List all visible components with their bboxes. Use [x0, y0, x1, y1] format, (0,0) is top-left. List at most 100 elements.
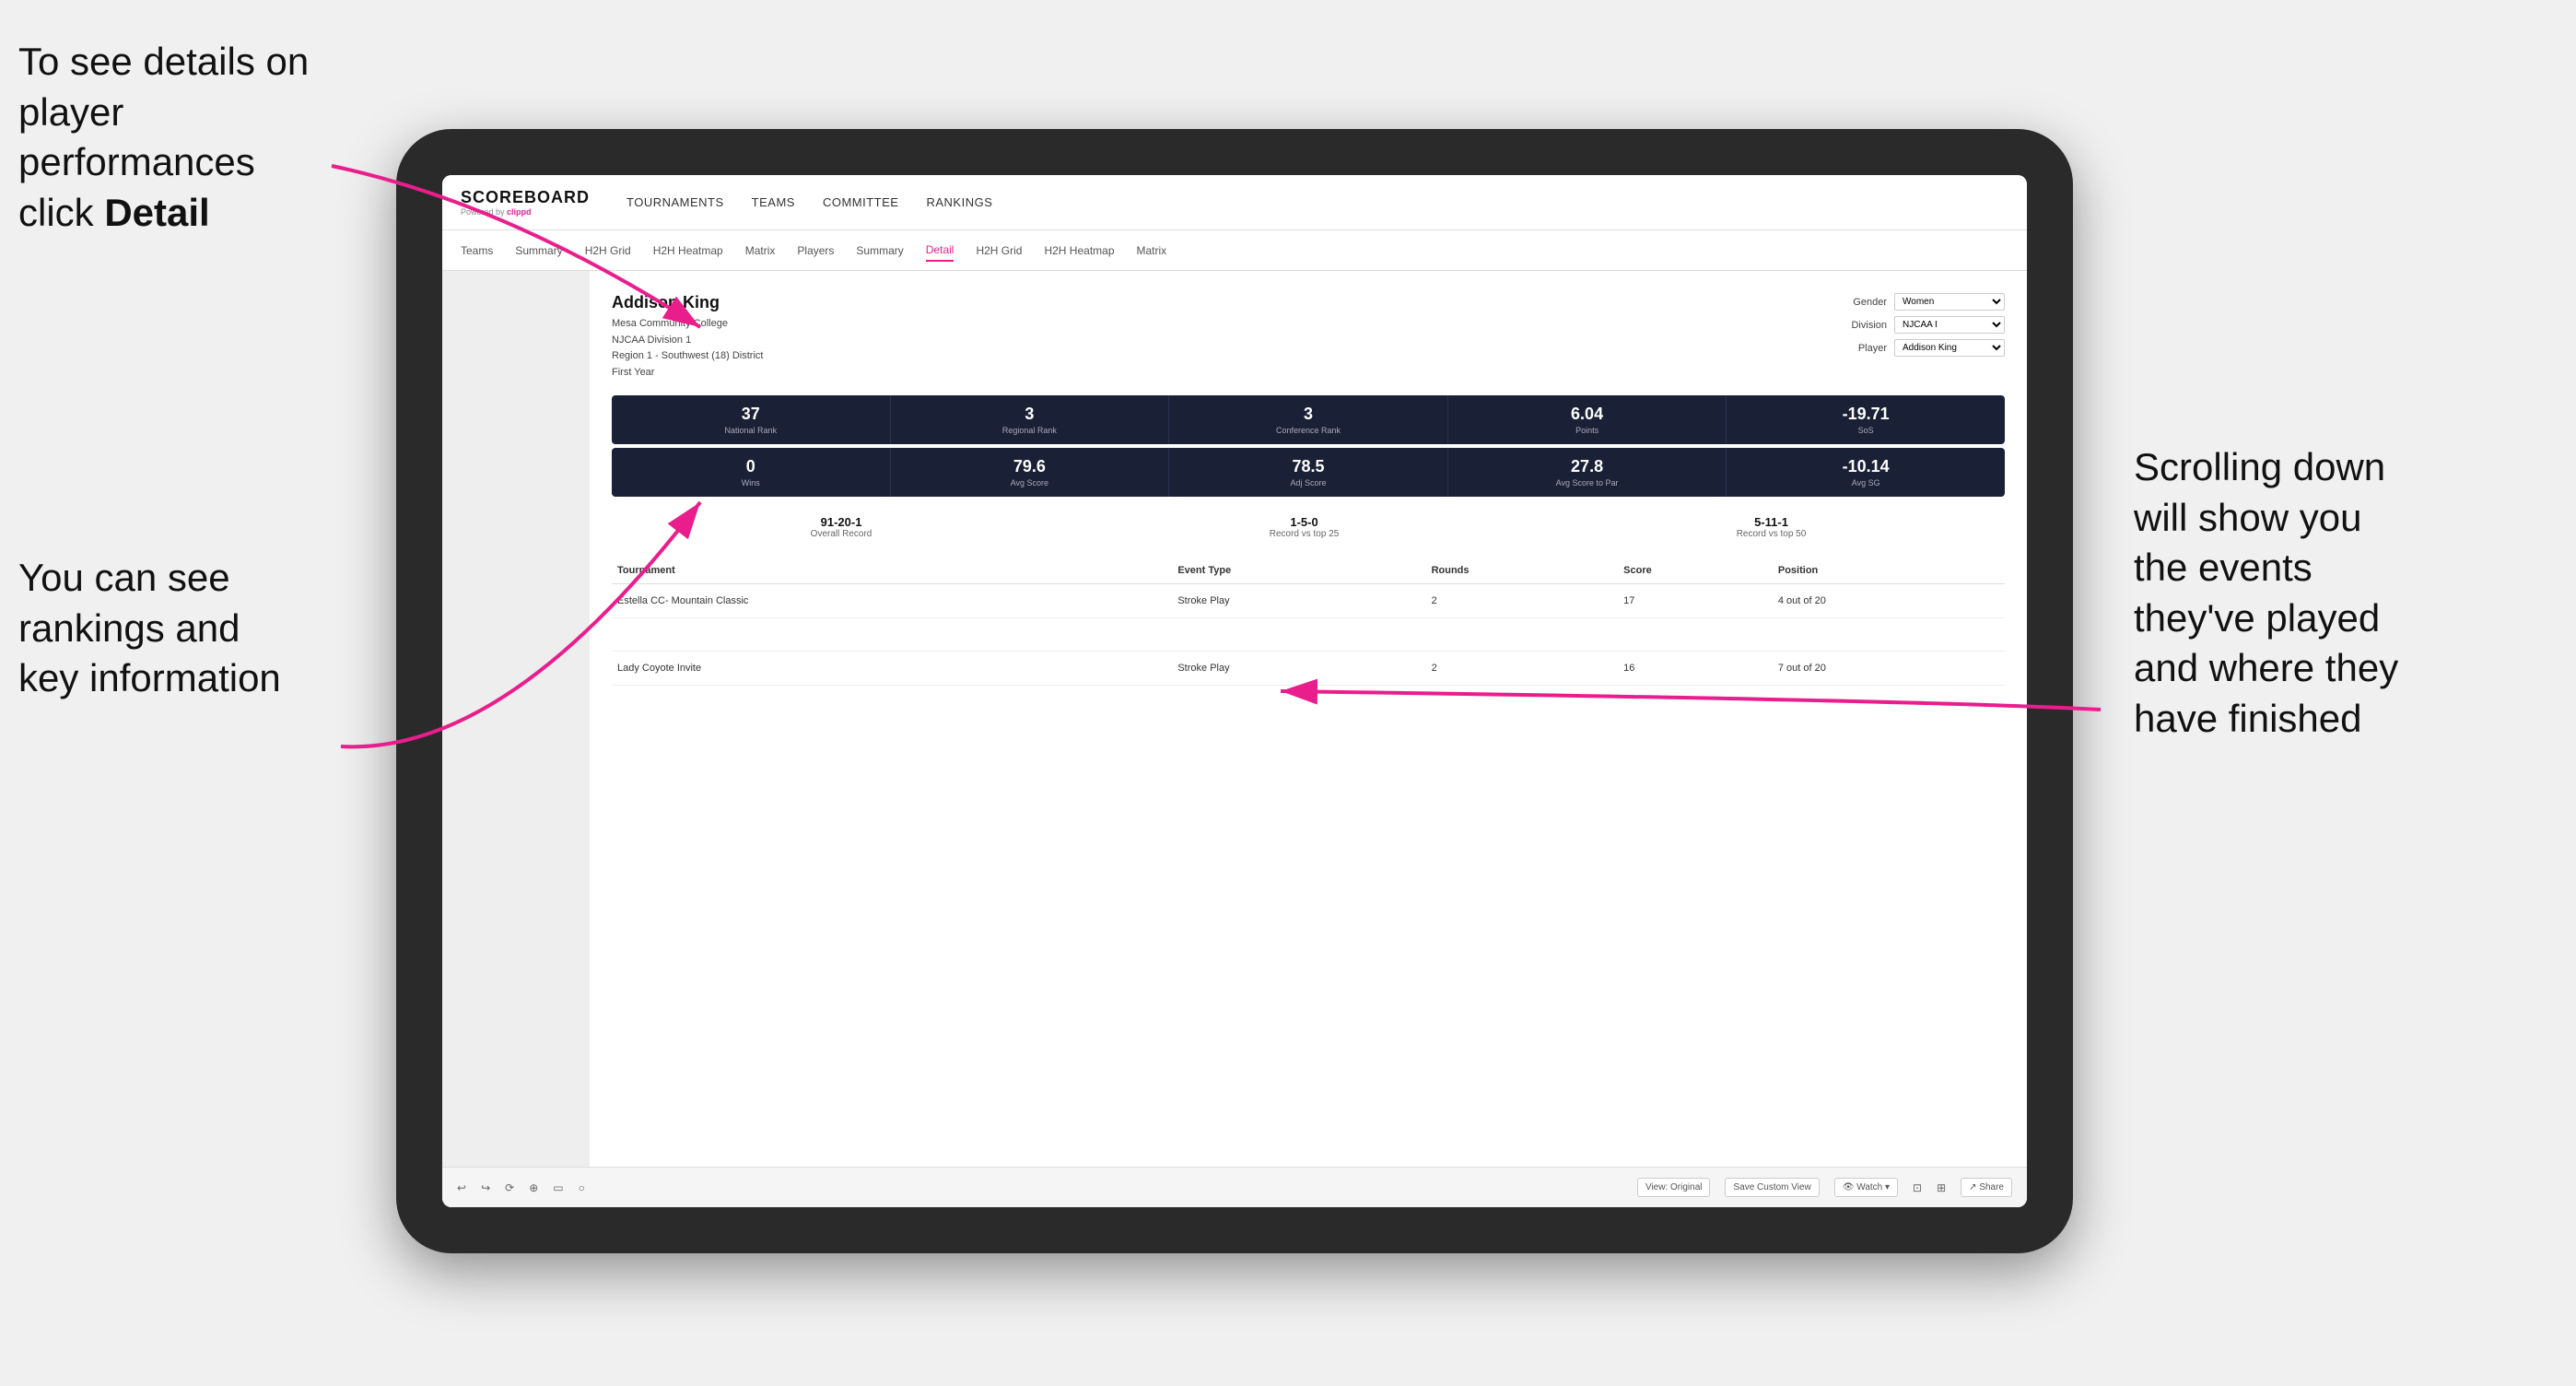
event-type-1: Stroke Play [1172, 584, 1425, 618]
redo-icon[interactable]: ↪ [481, 1181, 490, 1194]
event-type-3: Stroke Play [1172, 652, 1425, 686]
watch-label: 👁 Watch ▾ [1843, 1182, 1890, 1192]
subnav-teams[interactable]: Teams [461, 241, 493, 261]
share-label: ↗ Share [1969, 1182, 2004, 1192]
subnav-h2h-grid2[interactable]: H2H Grid [976, 241, 1022, 261]
regional-rank-label: Regional Rank [898, 426, 1162, 435]
annotation-top-left: To see details on player performances cl… [18, 37, 369, 238]
player-college: Mesa Community College [612, 316, 763, 333]
player-controls: Gender Women Division NJCAA I [1836, 293, 2005, 381]
logo-scoreboard: SCOREBOARD [461, 188, 590, 207]
avg-par-label: Avg Score to Par [1456, 478, 1719, 487]
annot-r-line4: they've played [2134, 596, 2380, 640]
points-value: 6.04 [1456, 405, 1719, 424]
annot-r-line1: Scrolling down [2134, 445, 2385, 488]
col-position: Position [1773, 558, 2005, 584]
conference-rank-label: Conference Rank [1177, 426, 1440, 435]
tournament-table: Tournament Event Type Rounds Score Posit… [612, 558, 2005, 686]
subnav-matrix[interactable]: Matrix [745, 241, 776, 261]
rounds-3: 2 [1426, 652, 1619, 686]
stat-avg-sg: -10.14 Avg SG [1727, 448, 2005, 497]
logo-powered: Powered by clippd [461, 207, 590, 217]
conference-rank-value: 3 [1177, 405, 1440, 424]
zoom-in-icon[interactable]: ⊕ [529, 1181, 538, 1194]
save-custom-view-label: Save Custom View [1733, 1182, 1810, 1192]
annot-bl-line2: rankings and [18, 606, 240, 650]
logo-area: SCOREBOARD Powered by clippd [461, 188, 590, 217]
nav-committee[interactable]: COMMITTEE [823, 192, 899, 213]
annot-r-line5: and where they [2134, 646, 2398, 689]
stat-sos: -19.71 SoS [1727, 395, 2005, 444]
share-btn[interactable]: ↗ Share [1961, 1178, 2012, 1197]
national-rank-label: National Rank [619, 426, 883, 435]
subnav-summary[interactable]: Summary [515, 241, 562, 261]
adj-score-value: 78.5 [1177, 457, 1440, 476]
zoom-out-icon[interactable]: ▭ [553, 1181, 563, 1194]
content-area: Addison King Mesa Community College NJCA… [590, 271, 2027, 1167]
subnav-h2h-grid[interactable]: H2H Grid [585, 241, 631, 261]
wins-value: 0 [619, 457, 883, 476]
subnav-matrix2[interactable]: Matrix [1137, 241, 1167, 261]
save-custom-view-btn[interactable]: Save Custom View [1725, 1178, 1819, 1197]
stat-points: 6.04 Points [1448, 395, 1727, 444]
subnav-detail[interactable]: Detail [926, 240, 954, 262]
player-select[interactable]: Addison King [1894, 339, 2005, 357]
score-3: 16 [1618, 652, 1773, 686]
sub-nav: Teams Summary H2H Grid H2H Heatmap Matri… [442, 230, 2027, 271]
top25-record-label: Record vs top 25 [1270, 529, 1340, 539]
table-row: Estella CC- Mountain Classic Stroke Play… [612, 584, 2005, 618]
watch-btn[interactable]: 👁 Watch ▾ [1834, 1178, 1898, 1197]
stat-conference-rank: 3 Conference Rank [1169, 395, 1448, 444]
record-overall: 91-20-1 Overall Record [811, 515, 872, 539]
gender-control: Gender Women [1836, 293, 2005, 311]
division-label: Division [1836, 320, 1887, 331]
left-sidebar [442, 271, 590, 1167]
grid-icon[interactable]: ⊡ [1913, 1181, 1922, 1194]
subnav-summary2[interactable]: Summary [856, 241, 903, 261]
view-original-btn[interactable]: View: Original [1637, 1178, 1711, 1197]
annot-top-line1: To see details on [18, 40, 309, 83]
player-division: NJCAA Division 1 [612, 333, 763, 349]
player-info: Addison King Mesa Community College NJCA… [612, 293, 763, 381]
player-label: Player [1836, 343, 1887, 354]
player-year: First Year [612, 365, 763, 382]
annot-detail-bold: Detail [104, 191, 209, 234]
view-original-label: View: Original [1645, 1182, 1703, 1192]
subnav-h2h-heatmap2[interactable]: H2H Heatmap [1044, 241, 1114, 261]
score-1: 17 [1618, 584, 1773, 618]
nav-tournaments[interactable]: TOURNAMENTS [626, 192, 724, 213]
gender-select[interactable]: Women [1894, 293, 2005, 311]
position-2 [1773, 618, 2005, 652]
subnav-h2h-heatmap[interactable]: H2H Heatmap [653, 241, 723, 261]
circle-icon[interactable]: ○ [579, 1181, 585, 1194]
subnav-players[interactable]: Players [797, 241, 834, 261]
nav-teams[interactable]: TEAMS [752, 192, 795, 213]
adj-score-label: Adj Score [1177, 478, 1440, 487]
col-rounds: Rounds [1426, 558, 1619, 584]
gender-label: Gender [1836, 297, 1887, 308]
undo-icon[interactable]: ↩ [457, 1181, 466, 1194]
sos-value: -19.71 [1734, 405, 1997, 424]
division-select[interactable]: NJCAA I [1894, 316, 2005, 334]
sos-label: SoS [1734, 426, 1997, 435]
stat-avg-par: 27.8 Avg Score to Par [1448, 448, 1727, 497]
tournament-name-3: Lady Coyote Invite [612, 652, 1172, 686]
col-event-type: Event Type [1172, 558, 1425, 584]
avg-score-value: 79.6 [898, 457, 1162, 476]
position-1: 4 out of 20 [1773, 584, 2005, 618]
col-score: Score [1618, 558, 1773, 584]
refresh-icon[interactable]: ⟳ [505, 1181, 514, 1194]
top50-record-value: 5-11-1 [1737, 515, 1807, 529]
avg-sg-label: Avg SG [1734, 478, 1997, 487]
stats-row2: 0 Wins 79.6 Avg Score 78.5 Adj Score 27.… [612, 448, 2005, 497]
tournament-name-1: Estella CC- Mountain Classic [612, 584, 1172, 618]
regional-rank-value: 3 [898, 405, 1162, 424]
expand-icon[interactable]: ⊞ [1937, 1181, 1946, 1194]
top25-record-value: 1-5-0 [1270, 515, 1340, 529]
main-content: Addison King Mesa Community College NJCA… [442, 271, 2027, 1167]
top-nav: SCOREBOARD Powered by clippd TOURNAMENTS… [442, 175, 2027, 230]
avg-score-label: Avg Score [898, 478, 1162, 487]
stat-avg-score: 79.6 Avg Score [891, 448, 1170, 497]
nav-rankings[interactable]: RANKINGS [926, 192, 992, 213]
national-rank-value: 37 [619, 405, 883, 424]
